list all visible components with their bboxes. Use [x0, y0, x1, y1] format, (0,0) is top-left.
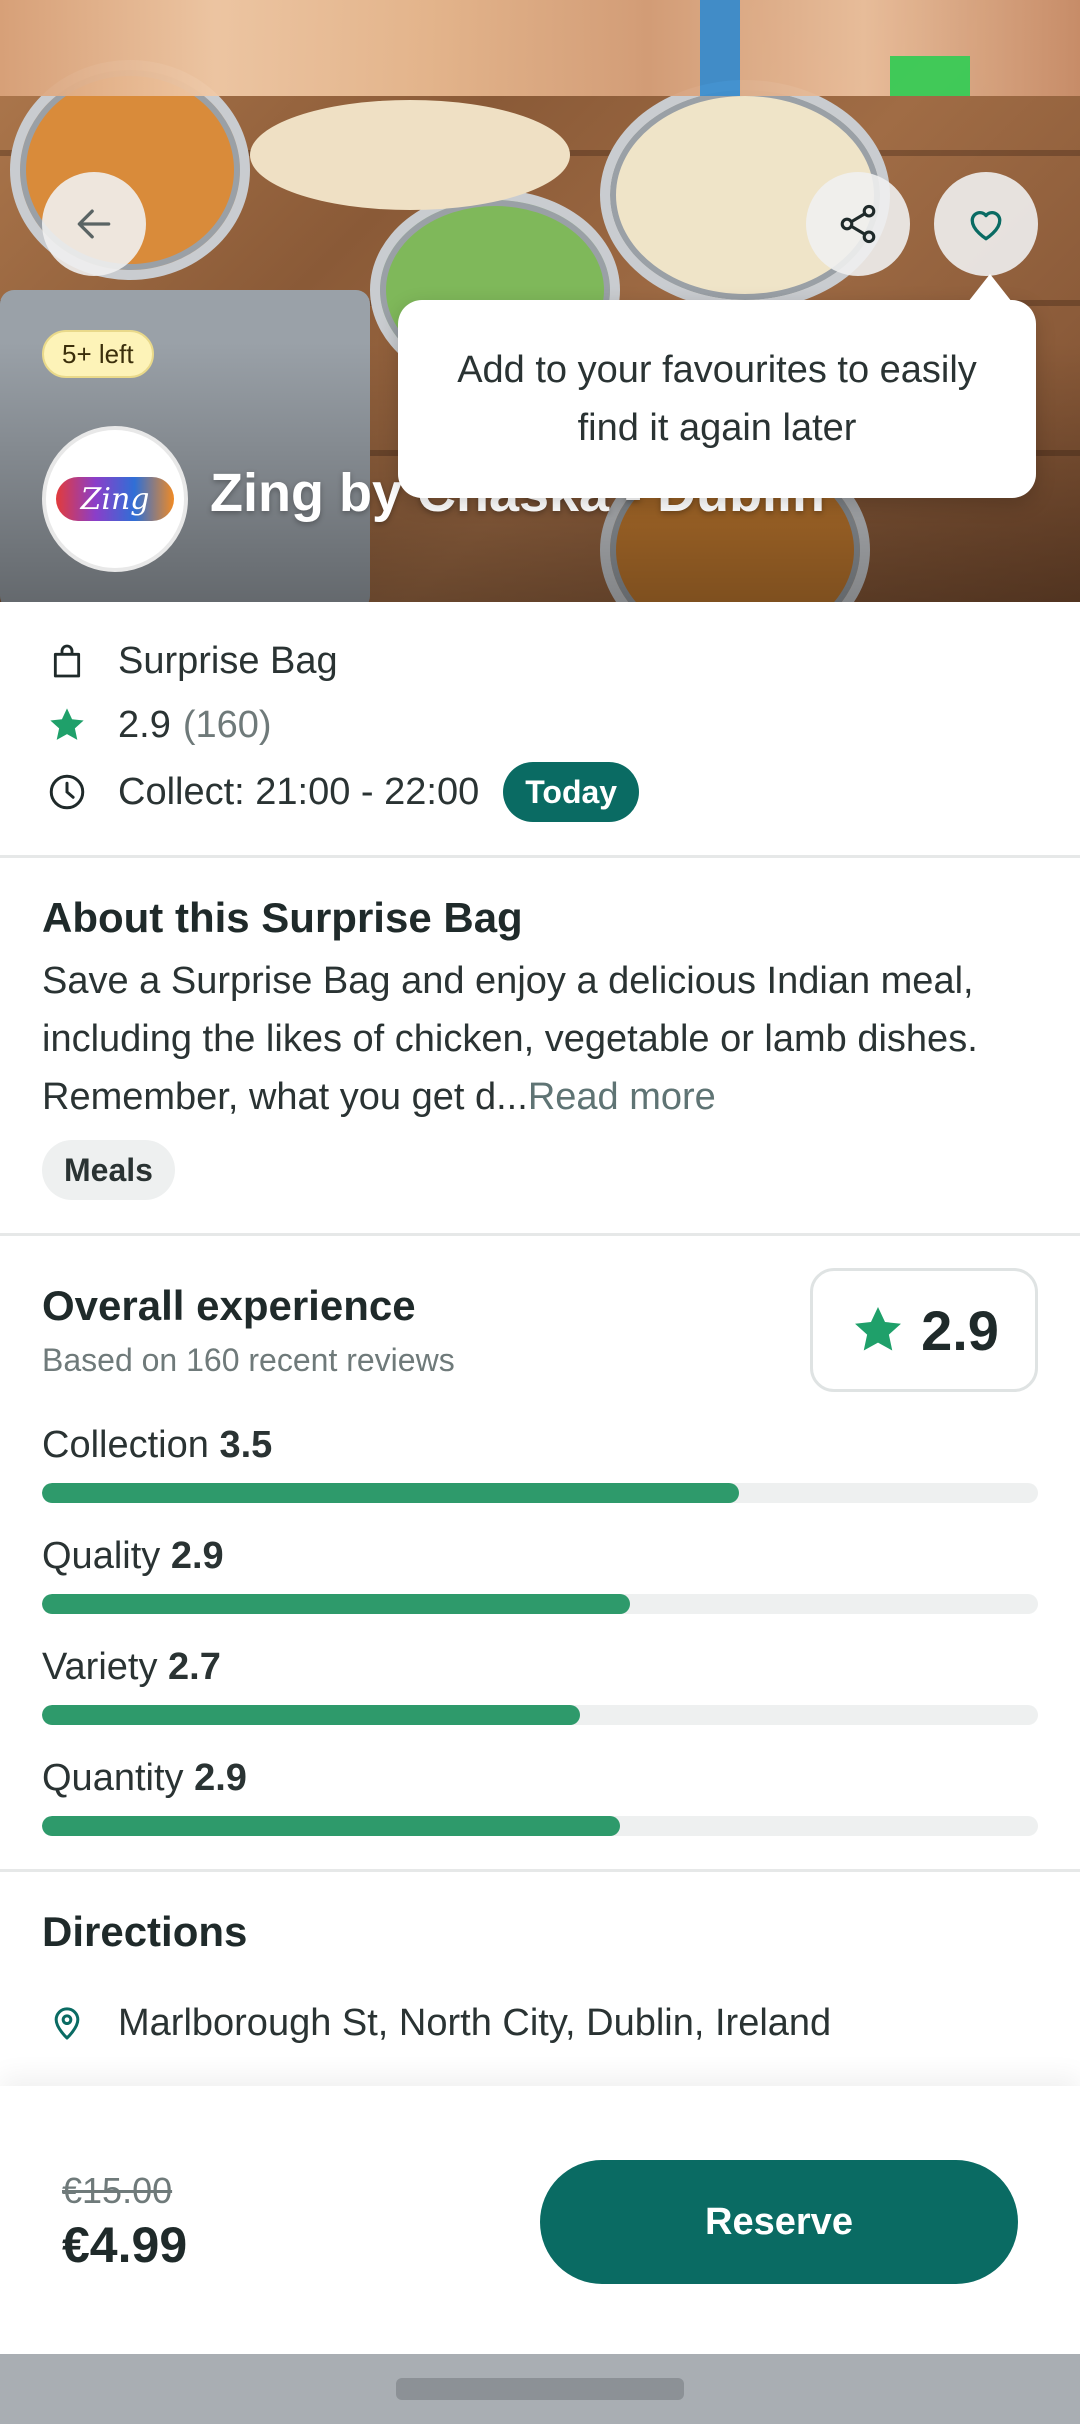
metric-variety: Variety 2.7	[42, 1646, 1038, 1725]
bag-type-row: Surprise Bag	[44, 638, 338, 684]
metric-value: 2.9	[194, 1757, 247, 1799]
metric-label: Variety	[42, 1646, 158, 1688]
about-text: Save a Surprise Bag and enjoy a deliciou…	[42, 960, 978, 1118]
ratings-subtitle: Based on 160 recent reviews	[42, 1342, 455, 1378]
metric-value: 3.5	[219, 1424, 273, 1466]
about-title: About this Surprise Bag	[42, 894, 523, 941]
overall-score-value: 2.9	[921, 1298, 999, 1362]
star-icon	[44, 702, 90, 748]
bag-type: Surprise Bag	[118, 639, 338, 682]
rating-row: 2.9 (160)	[44, 702, 272, 748]
shopping-bag-icon	[44, 638, 90, 684]
logo-wordmark: Zing	[56, 477, 174, 521]
location-pin-icon	[44, 2000, 90, 2046]
metric-quantity: Quantity 2.9	[42, 1757, 1038, 1836]
rating-count: (160)	[182, 703, 272, 746]
original-price: €15.00	[62, 2170, 173, 2211]
clock-icon	[44, 769, 90, 815]
address-row[interactable]: Marlborough St, North City, Dublin, Irel…	[44, 2000, 831, 2046]
favourites-tooltip[interactable]: Add to your favourites to easily find it…	[398, 274, 1036, 498]
arrow-left-icon	[77, 209, 111, 239]
ratings-section: Overall experience Based on 160 recent r…	[0, 1236, 1080, 1872]
directions-title: Directions	[42, 1908, 248, 1955]
home-indicator[interactable]	[396, 2378, 684, 2400]
metric-bar	[42, 1483, 1038, 1503]
back-button[interactable]	[42, 172, 146, 276]
collect-time: Collect: 21:00 - 22:00	[118, 770, 480, 813]
favourite-button[interactable]	[934, 172, 1038, 276]
metric-bar	[42, 1816, 1038, 1836]
ratings-title: Overall experience	[42, 1282, 416, 1329]
metric-collection: Collection 3.5	[42, 1424, 1038, 1503]
metric-bar	[42, 1594, 1038, 1614]
rating-value: 2.9	[118, 703, 171, 746]
about-section: About this Surprise Bag Save a Surprise …	[0, 858, 1080, 1236]
category-tag: Meals	[42, 1140, 175, 1200]
share-button[interactable]	[806, 172, 910, 276]
metric-value: 2.9	[170, 1535, 224, 1577]
read-more-link[interactable]: Read more	[528, 1076, 716, 1118]
system-nav-bar	[0, 2354, 1080, 2424]
metric-value: 2.7	[168, 1646, 221, 1688]
overall-score: 2.9	[810, 1268, 1038, 1392]
tooltip-text: Add to your favourites to easily find it…	[457, 349, 977, 449]
metric-label: Quality	[42, 1535, 161, 1577]
address-text: Marlborough St, North City, Dublin, Irel…	[118, 2001, 832, 2044]
reserve-footer: €15.00 €4.99 Reserve	[0, 2086, 1080, 2354]
metric-bar	[42, 1705, 1038, 1725]
bag-info: Surprise Bag 2.9 (160) Collect: 21:00 - …	[0, 602, 1080, 858]
status-bar	[0, 0, 1080, 96]
heart-icon	[970, 211, 1002, 241]
metric-label: Collection	[42, 1424, 209, 1466]
collect-row: Collect: 21:00 - 22:00 Today	[44, 762, 640, 822]
directions-section: Directions	[0, 1872, 1080, 2086]
today-badge: Today	[503, 762, 640, 822]
reserve-button[interactable]: Reserve	[540, 2160, 1018, 2284]
star-icon	[855, 1307, 902, 1351]
store-logo: Zing	[42, 426, 188, 572]
current-price: €4.99	[62, 2217, 188, 2273]
about-description: Save a Surprise Bag and enjoy a deliciou…	[42, 952, 1042, 1126]
items-left-badge: 5+ left	[42, 330, 154, 378]
metric-label: Quantity	[42, 1757, 184, 1799]
metric-quality: Quality 2.9	[42, 1535, 1038, 1614]
share-icon	[840, 204, 876, 244]
